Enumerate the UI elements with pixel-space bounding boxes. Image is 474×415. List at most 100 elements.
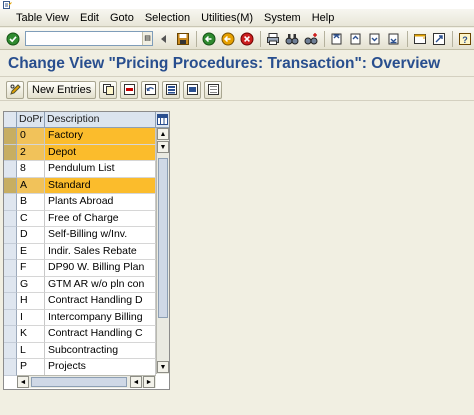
column-header-dopr[interactable]: DoPr [17, 112, 45, 128]
table-row[interactable]: B Plants Abroad [4, 194, 156, 211]
cell-description[interactable]: DP90 W. Billing Plan [45, 260, 156, 277]
cell-description[interactable]: Intercompany Billing [45, 309, 156, 326]
scroll-left-button[interactable]: ◄ [17, 376, 29, 388]
cell-description[interactable]: Plants Abroad [45, 194, 156, 211]
command-history-dropdown-icon[interactable]: ▤ [142, 32, 152, 45]
copy-as-button[interactable] [99, 80, 118, 99]
row-selector[interactable] [4, 144, 17, 161]
command-field-toggle[interactable] [155, 30, 173, 48]
row-selector[interactable] [4, 342, 17, 359]
menu-goto[interactable]: Goto [110, 12, 134, 24]
cell-dopr[interactable]: B [17, 194, 45, 211]
horizontal-scrollbar[interactable]: ◄ ◄ ► [17, 375, 156, 388]
print-button[interactable] [264, 30, 282, 48]
scroll-left-end-button[interactable]: ◄ [130, 376, 142, 388]
table-row[interactable]: A Standard [4, 177, 156, 194]
menu-system[interactable]: System [264, 12, 301, 24]
table-row[interactable]: H Contract Handling D [4, 293, 156, 310]
back-button[interactable] [200, 30, 218, 48]
cell-description[interactable]: Standard [45, 177, 156, 194]
row-selector[interactable] [4, 293, 17, 310]
exit-button[interactable] [219, 30, 237, 48]
previous-page-button[interactable] [347, 30, 365, 48]
table-row[interactable]: C Free of Charge [4, 210, 156, 227]
enter-button[interactable] [4, 30, 22, 48]
menu-table-view[interactable]: Table View [16, 12, 69, 24]
cell-dopr[interactable]: G [17, 276, 45, 293]
cell-description[interactable]: Indir. Sales Rebate [45, 243, 156, 260]
select-all-button[interactable] [162, 80, 181, 99]
table-row[interactable]: F DP90 W. Billing Plan [4, 260, 156, 277]
cell-dopr[interactable]: D [17, 227, 45, 244]
cell-dopr[interactable]: 2 [17, 144, 45, 161]
cell-description[interactable]: Subcontracting [45, 342, 156, 359]
cell-description[interactable]: GTM AR w/o pln con [45, 276, 156, 293]
vertical-scroll-thumb[interactable] [158, 158, 168, 318]
cell-dopr[interactable]: I [17, 309, 45, 326]
table-row[interactable]: 0 Factory [4, 128, 156, 145]
cell-dopr[interactable]: F [17, 260, 45, 277]
cell-dopr[interactable]: C [17, 210, 45, 227]
scroll-page-down-button[interactable]: ▼ [157, 141, 169, 153]
row-selector[interactable] [4, 128, 17, 145]
next-page-button[interactable] [366, 30, 384, 48]
vertical-scrollbar[interactable]: ▲ ▼ ▼ [156, 128, 169, 374]
horizontal-scroll-thumb[interactable] [31, 377, 127, 387]
scroll-up-button[interactable]: ▲ [157, 128, 169, 140]
cell-dopr[interactable]: A [17, 177, 45, 194]
row-selector[interactable] [4, 227, 17, 244]
cell-dopr[interactable]: H [17, 293, 45, 310]
table-row[interactable]: I Intercompany Billing [4, 309, 156, 326]
save-button[interactable] [174, 30, 192, 48]
help-button[interactable]: ? [456, 30, 474, 48]
table-row[interactable]: E Indir. Sales Rebate [4, 243, 156, 260]
row-selector[interactable] [4, 243, 17, 260]
row-selector[interactable] [4, 309, 17, 326]
menu-help[interactable]: Help [312, 12, 335, 24]
table-row[interactable]: 2 Depot [4, 144, 156, 161]
deselect-all-button[interactable] [204, 80, 223, 99]
cell-description[interactable]: Depot [45, 144, 156, 161]
row-selector[interactable] [4, 194, 17, 211]
new-entries-button[interactable]: New Entries [27, 80, 97, 99]
table-settings-button[interactable] [156, 112, 169, 128]
menu-utilities[interactable]: Utilities(M) [201, 12, 253, 24]
cell-dopr[interactable]: L [17, 342, 45, 359]
cell-description[interactable]: Factory [45, 128, 156, 145]
cell-dopr[interactable]: 8 [17, 161, 45, 178]
table-row[interactable]: K Contract Handling C [4, 326, 156, 343]
command-field[interactable]: ▤ [25, 31, 153, 46]
menu-edit[interactable]: Edit [80, 12, 99, 24]
find-next-button[interactable] [302, 30, 320, 48]
row-selector[interactable] [4, 326, 17, 343]
cell-dopr[interactable]: P [17, 359, 45, 376]
row-selector[interactable] [4, 210, 17, 227]
display-change-button[interactable] [6, 80, 24, 99]
table-row[interactable]: D Self-Billing w/Inv. [4, 227, 156, 244]
table-row[interactable]: L Subcontracting [4, 342, 156, 359]
row-selector[interactable] [4, 276, 17, 293]
find-button[interactable] [283, 30, 301, 48]
last-page-button[interactable] [385, 30, 403, 48]
row-selector[interactable] [4, 177, 17, 194]
cell-description[interactable]: Self-Billing w/Inv. [45, 227, 156, 244]
cell-dopr[interactable]: 0 [17, 128, 45, 145]
cell-dopr[interactable]: E [17, 243, 45, 260]
cell-description[interactable]: Pendulum List [45, 161, 156, 178]
table-row[interactable]: 8 Pendulum List [4, 161, 156, 178]
cell-description[interactable]: Contract Handling D [45, 293, 156, 310]
select-block-button[interactable] [183, 80, 202, 99]
cell-description[interactable]: Projects [45, 359, 156, 376]
table-row[interactable]: G GTM AR w/o pln con [4, 276, 156, 293]
cancel-button[interactable] [238, 30, 256, 48]
table-row[interactable]: P Projects [4, 359, 156, 376]
create-session-button[interactable] [411, 30, 429, 48]
first-page-button[interactable] [328, 30, 346, 48]
row-selector[interactable] [4, 260, 17, 277]
cell-description[interactable]: Free of Charge [45, 210, 156, 227]
row-selector[interactable] [4, 161, 17, 178]
cell-description[interactable]: Contract Handling C [45, 326, 156, 343]
row-selector[interactable] [4, 359, 17, 376]
column-header-description[interactable]: Description [45, 112, 156, 128]
menu-selection[interactable]: Selection [145, 12, 190, 24]
